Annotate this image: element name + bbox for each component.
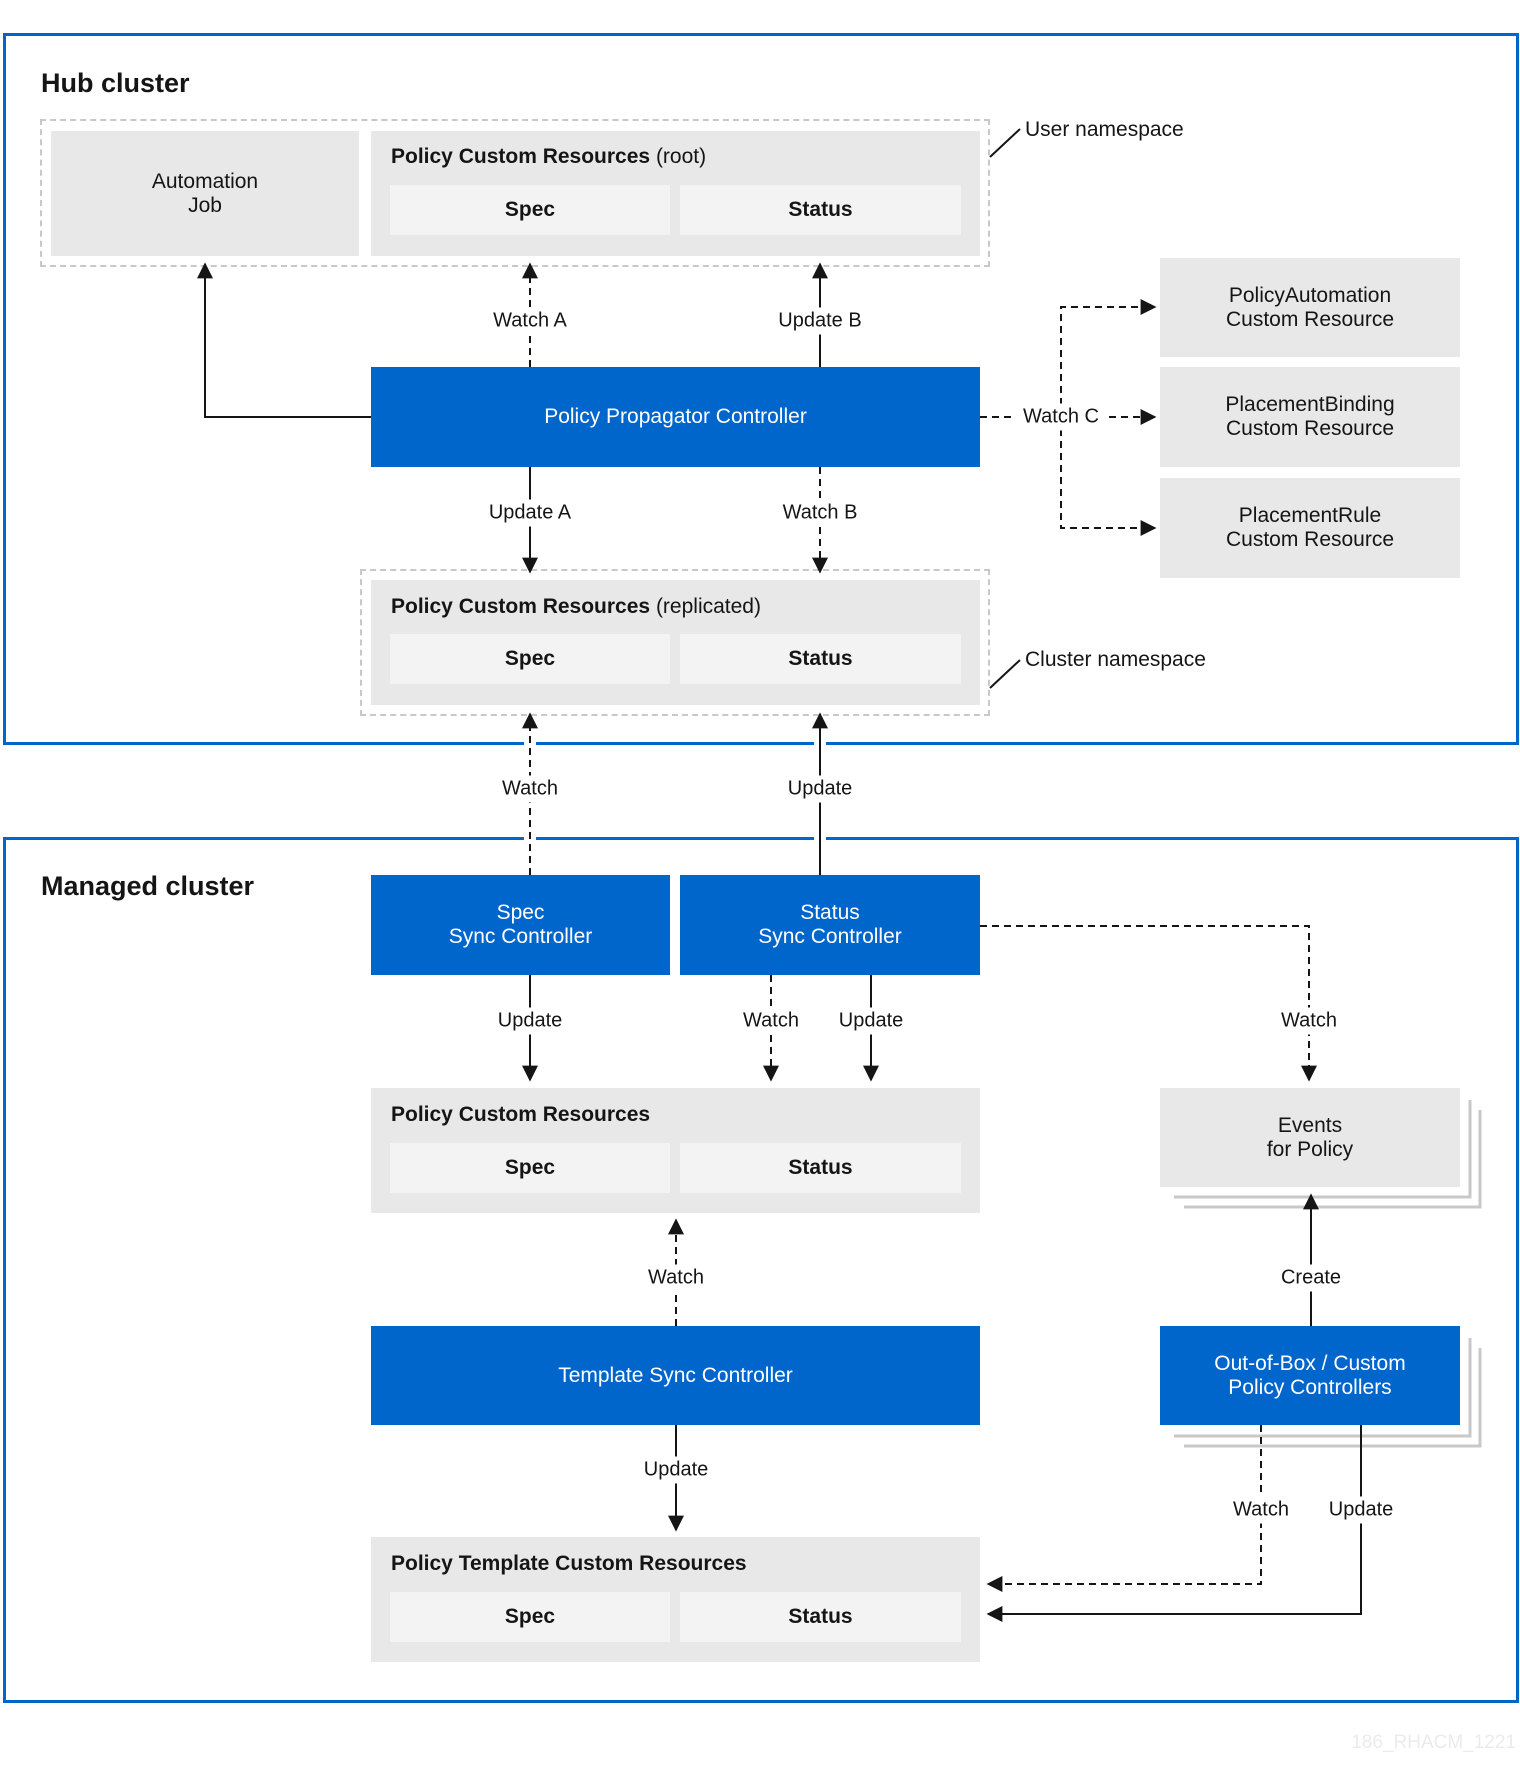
label-template-watch: Watch — [646, 1264, 706, 1292]
edge-propagator-to-automation — [197, 262, 371, 418]
connector-wires — [197, 128, 1362, 1622]
label-update-b: Update B — [776, 307, 864, 335]
label-create: Create — [1278, 1264, 1344, 1292]
label-watch-c: Watch C — [1015, 403, 1107, 431]
label-status-sync-update: Update — [836, 1007, 906, 1035]
edge-watch-c-top — [1060, 299, 1157, 417]
edge-watch-c-bottom — [1060, 417, 1157, 536]
figure-id-watermark: 186_RHACM_1221 — [1351, 1732, 1516, 1753]
label-template-update: Update — [641, 1456, 711, 1484]
label-oob-update: Update — [1326, 1496, 1396, 1524]
edge-oob-watch — [986, 1425, 1262, 1592]
label-status-sync-watch: Watch — [741, 1007, 801, 1035]
label-spec-sync-update: Update — [495, 1007, 565, 1035]
label-watch-b: Watch B — [780, 499, 860, 527]
user-namespace-leader — [989, 128, 1021, 158]
label-watch-a: Watch A — [491, 307, 569, 335]
cluster-namespace-leader — [989, 659, 1021, 689]
edge-status-sync-events-watch — [980, 925, 1317, 1082]
edge-oob-update — [986, 1425, 1362, 1622]
label-between-update: Update — [785, 775, 855, 803]
label-events-watch: Watch — [1279, 1007, 1339, 1035]
label-oob-watch: Watch — [1231, 1496, 1291, 1524]
label-update-a: Update A — [486, 499, 574, 527]
label-between-watch: Watch — [500, 775, 560, 803]
